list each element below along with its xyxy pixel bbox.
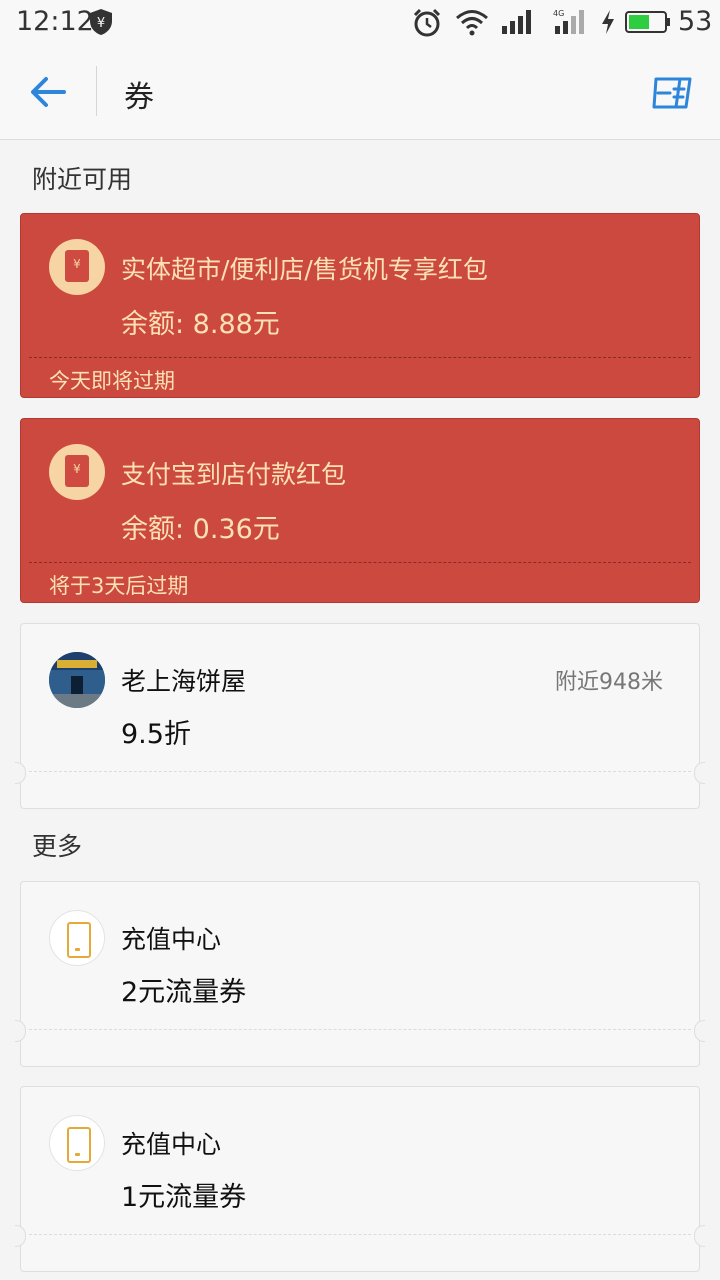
status-bar: 12:12 ¥ 4G 53 <box>0 0 720 46</box>
coupon-notch <box>694 1020 705 1042</box>
battery-icon <box>625 11 670 33</box>
coupon-notch <box>15 1225 26 1247</box>
alarm-icon <box>413 8 441 37</box>
coupon-expiry: 今天即将过期 <box>49 369 175 393</box>
shop-avatar <box>49 652 105 708</box>
svg-text:4G: 4G <box>553 9 564 18</box>
phone-icon <box>49 910 105 966</box>
top-nav-bar: 券 <box>0 46 720 140</box>
coupon-notch <box>694 762 705 784</box>
data-coupon-card[interactable]: 充值中心 2元流量券 <box>15 881 705 1067</box>
red-envelope-icon: ¥ <box>49 239 105 295</box>
header-divider <box>96 66 97 116</box>
coupon-divider <box>29 562 691 563</box>
coupon-divider <box>29 357 691 358</box>
section-label-nearby: 附近可用 <box>32 165 133 194</box>
arrow-left-icon[interactable] <box>26 72 70 112</box>
signal-icon <box>502 10 531 34</box>
wifi-icon <box>456 10 488 36</box>
phone-icon <box>49 1115 105 1171</box>
coupon-title: 老上海饼屋 <box>121 667 247 696</box>
coupon-notch <box>694 1225 705 1247</box>
signal-4g-icon: 4G <box>553 9 584 34</box>
red-coupon-card[interactable]: ¥ 支付宝到店付款红包 余额: 0.36元 将于3天后过期 <box>20 418 700 603</box>
coupon-divider <box>29 1234 691 1235</box>
coupon-notch <box>15 1020 26 1042</box>
coupon-distance: 附近948米 <box>555 670 663 695</box>
coupon-balance: 余额: 8.88元 <box>121 309 280 340</box>
page-title: 券 <box>124 80 154 115</box>
shop-coupon-card[interactable]: 老上海饼屋 9.5折 附近948米 <box>15 623 705 809</box>
charging-icon <box>602 10 614 34</box>
coupon-expiry: 将于3天后过期 <box>49 574 189 598</box>
svg-text:¥: ¥ <box>97 16 105 31</box>
coupon-value: 2元流量券 <box>121 977 247 1008</box>
coupon-discount: 9.5折 <box>121 719 191 750</box>
battery-percent: 53 <box>678 6 713 37</box>
red-envelope-icon: ¥ <box>49 444 105 500</box>
coupon-title: 实体超市/便利店/售货机专享红包 <box>121 255 488 284</box>
coupon-divider <box>29 771 691 772</box>
coupon-title: 支付宝到店付款红包 <box>121 460 347 489</box>
status-time: 12:12 <box>16 6 94 37</box>
red-coupon-card[interactable]: ¥ 实体超市/便利店/售货机专享红包 余额: 8.88元 今天即将过期 <box>20 213 700 398</box>
data-coupon-card[interactable]: 充值中心 1元流量券 <box>15 1086 705 1272</box>
shield-yen-icon: ¥ <box>90 9 112 35</box>
coupon-title: 充值中心 <box>121 925 222 954</box>
scan-code-icon[interactable] <box>650 73 694 113</box>
coupon-title: 充值中心 <box>121 1130 222 1159</box>
section-label-more: 更多 <box>32 832 83 861</box>
coupon-divider <box>29 1029 691 1030</box>
coupon-value: 1元流量券 <box>121 1182 247 1213</box>
coupon-balance: 余额: 0.36元 <box>121 514 280 545</box>
coupon-notch <box>15 762 26 784</box>
